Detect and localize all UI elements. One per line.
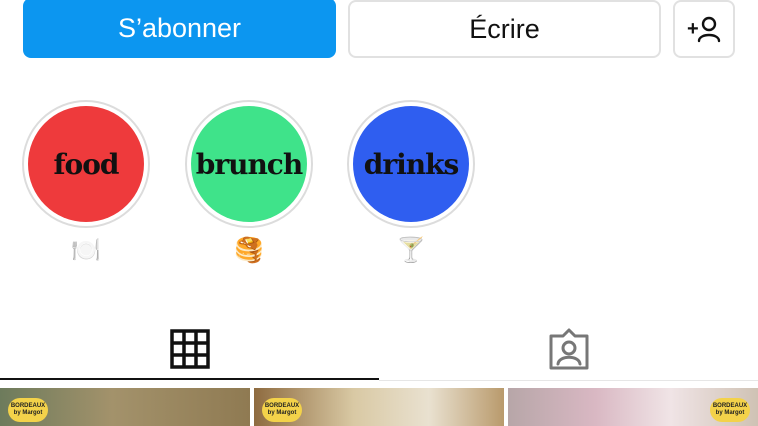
highlight-cover: brunch	[191, 106, 307, 222]
plate-emoji: 🍽️	[71, 237, 101, 264]
badge-text: BORDEAUX by Margot	[10, 403, 46, 416]
post-thumbnail[interactable]: BORDEAUX by Margot	[254, 388, 504, 426]
tab-posts-grid[interactable]	[0, 318, 379, 380]
post-thumbnail[interactable]: BORDEAUX by Margot	[508, 388, 758, 426]
highlight-cover: drinks	[353, 106, 469, 222]
badge-text: BORDEAUX by Margot	[264, 403, 300, 416]
highlight-drinks[interactable]: drinks 🍸	[347, 100, 475, 266]
write-button[interactable]: Écrire	[348, 0, 661, 58]
highlight-title: food	[53, 147, 120, 181]
subscribe-label: S’abonner	[117, 12, 242, 43]
write-label: Écrire	[469, 13, 540, 44]
tagged-user-icon	[549, 328, 588, 370]
post-thumbnail[interactable]: BORDEAUX by Margot	[0, 388, 250, 426]
pancakes-emoji: 🥞	[234, 237, 264, 264]
badge-text: BORDEAUX by Margot	[712, 403, 748, 416]
active-tab-indicator	[0, 378, 379, 380]
highlight-cover: food	[28, 106, 144, 222]
highlight-food[interactable]: food 🍽️	[22, 100, 150, 266]
brand-badge: BORDEAUX by Margot	[8, 398, 48, 422]
highlight-ring: food	[22, 100, 150, 228]
brand-badge: BORDEAUX by Margot	[262, 398, 302, 422]
tab-divider	[379, 380, 758, 381]
add-user-button[interactable]: +	[673, 0, 735, 58]
highlight-ring: drinks	[347, 100, 475, 228]
highlight-title: drinks	[363, 147, 459, 181]
grid-icon	[169, 329, 210, 369]
cocktail-emoji: 🍸	[396, 237, 426, 264]
highlight-ring: brunch	[185, 100, 313, 228]
add-user-icon: +	[687, 16, 721, 43]
highlight-brunch[interactable]: brunch 🥞	[185, 100, 313, 266]
subscribe-button[interactable]: S’abonner	[23, 0, 336, 58]
highlight-title: brunch	[195, 147, 303, 181]
svg-text:+: +	[687, 18, 699, 40]
brand-badge: BORDEAUX by Margot	[710, 398, 750, 422]
tab-tagged[interactable]	[379, 318, 758, 380]
